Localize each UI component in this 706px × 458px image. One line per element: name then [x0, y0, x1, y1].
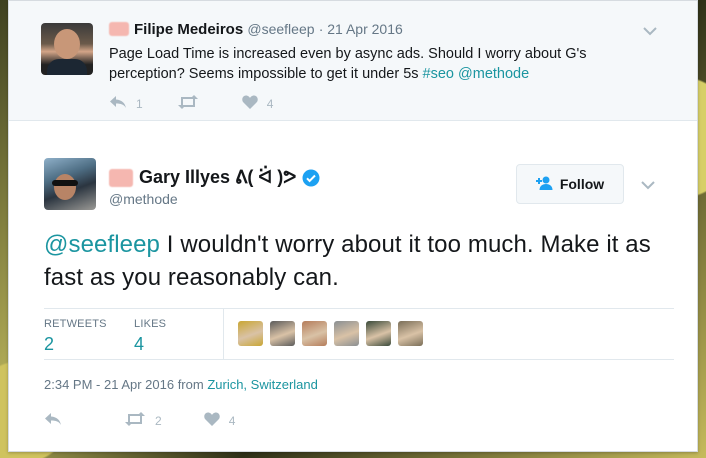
retweet-icon — [124, 412, 146, 429]
likes-value: 4 — [134, 334, 145, 354]
author-handle[interactable]: @methode — [109, 191, 178, 207]
parent-tweet[interactable]: Filipe Medeiros @seefleep · 21 Apr 2016 … — [9, 1, 697, 121]
retweet-button[interactable] — [177, 95, 208, 112]
like-count: 4 — [228, 413, 236, 428]
liker-avatars — [238, 321, 423, 346]
divider — [223, 309, 224, 360]
reply-icon — [44, 412, 62, 429]
like-button[interactable]: 4 — [203, 412, 236, 429]
like-button[interactable]: 4 — [241, 95, 274, 112]
reply-count: 1 — [136, 96, 143, 111]
liker-avatar[interactable] — [334, 321, 359, 346]
mention-link[interactable]: @seefleep — [44, 231, 160, 258]
tweet-card: Filipe Medeiros @seefleep · 21 Apr 2016 … — [8, 0, 698, 452]
avatar[interactable] — [41, 23, 93, 75]
retweet-button[interactable]: 2 — [124, 412, 162, 429]
location-link[interactable]: Zurich, Switzerland — [207, 377, 318, 392]
tweet-actions: 1 4 — [109, 95, 307, 112]
liker-avatar[interactable] — [270, 321, 295, 346]
add-user-icon — [535, 176, 554, 193]
hashtag-link[interactable]: #seo — [423, 66, 454, 82]
liker-avatar[interactable] — [238, 321, 263, 346]
liker-avatar[interactable] — [366, 321, 391, 346]
tweet-text: Page Load Time is increased even by asyn… — [109, 44, 649, 84]
retweets-stat[interactable]: RETWEETS 2 — [44, 318, 107, 355]
mention-link[interactable]: @methode — [458, 66, 529, 82]
retweet-icon — [177, 95, 199, 112]
reply-button[interactable]: 1 — [109, 95, 143, 112]
verified-badge-icon — [302, 169, 320, 187]
author-name[interactable]: Filipe Medeiros — [134, 21, 243, 38]
retweet-count: 2 — [155, 413, 162, 428]
redacted-badge — [109, 22, 129, 36]
tweet-actions: 2 4 — [44, 412, 269, 429]
reply-button[interactable] — [44, 412, 62, 429]
like-count: 4 — [266, 96, 274, 111]
follow-label: Follow — [559, 176, 605, 192]
author-handle[interactable]: @seefleep — [247, 21, 314, 37]
reply-icon — [109, 95, 127, 112]
redacted-badge — [109, 168, 133, 187]
heart-icon — [203, 412, 220, 429]
tweet-stats: RETWEETS 2 LIKES 4 — [44, 308, 674, 360]
author-name[interactable]: Gary Illyes ᕕ( ᐛ )ᕗ — [139, 167, 296, 188]
likes-stat[interactable]: LIKES 4 — [134, 318, 166, 355]
tweet-timestamp: 2:34 PM - 21 Apr 2016 from Zurich, Switz… — [44, 377, 318, 392]
retweets-value: 2 — [44, 334, 55, 354]
parent-tweet-header: Filipe Medeiros @seefleep · 21 Apr 2016 — [109, 21, 403, 38]
likes-label: LIKES — [134, 318, 167, 330]
liker-avatar[interactable] — [302, 321, 327, 346]
tweet-text: @seefleep I wouldn't worry about it too … — [44, 228, 674, 294]
chevron-down-icon[interactable] — [643, 23, 657, 41]
heart-icon — [241, 95, 258, 112]
avatar[interactable] — [44, 158, 96, 210]
retweets-label: RETWEETS — [44, 318, 107, 330]
liker-avatar[interactable] — [398, 321, 423, 346]
author-name-row[interactable]: Gary Illyes ᕕ( ᐛ )ᕗ — [109, 167, 320, 188]
follow-button[interactable]: Follow — [516, 164, 624, 204]
timestamp-text: 2:34 PM - 21 Apr 2016 from — [44, 377, 208, 392]
chevron-down-icon[interactable] — [641, 177, 655, 195]
tweet-date[interactable]: · 21 Apr 2016 — [319, 21, 403, 37]
